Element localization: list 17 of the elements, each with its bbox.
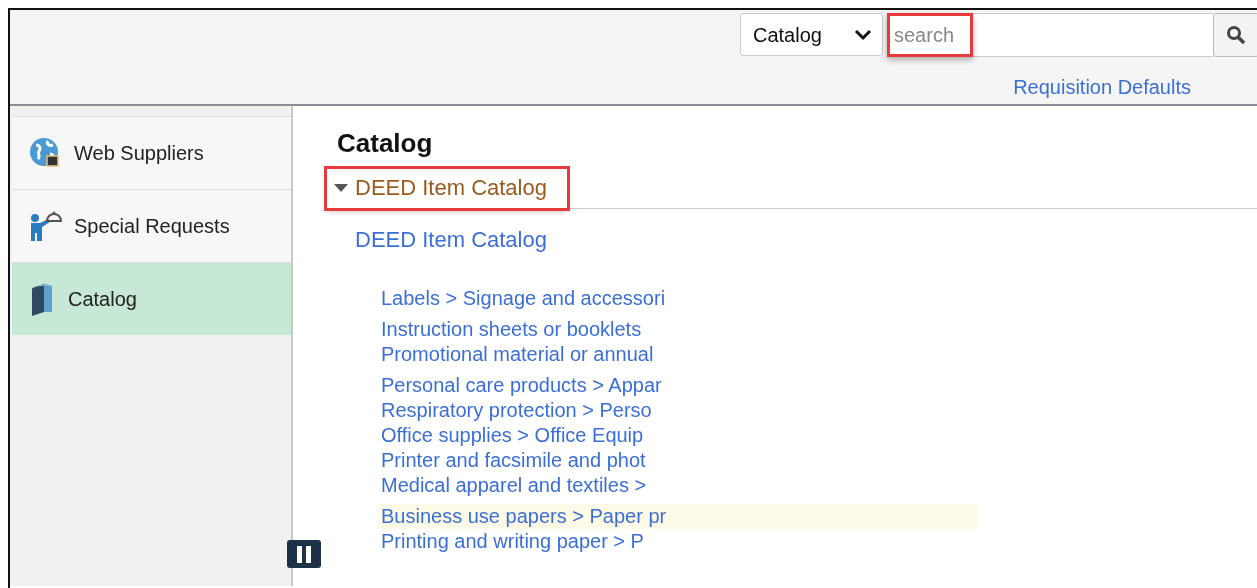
- sidebar-item[interactable]: Web Suppliers: [12, 116, 291, 189]
- category-link[interactable]: Promotional material or annual: [381, 342, 654, 367]
- category-link[interactable]: Office supplies > Office Equip: [381, 423, 644, 448]
- page-title: Catalog: [337, 127, 434, 160]
- scope-dropdown[interactable]: Catalog: [740, 13, 883, 56]
- requisition-defaults-link[interactable]: Requisition Defaults: [1013, 72, 1191, 102]
- category-link[interactable]: Respiratory protection > Perso: [381, 398, 652, 423]
- category-link[interactable]: Labels > Signage and accessori: [381, 286, 666, 311]
- category-link[interactable]: Printer and facsimile and phot: [381, 448, 646, 473]
- section-header[interactable]: DEED Item Catalog: [327, 169, 567, 208]
- category-link[interactable]: Personal care products > Appar: [381, 373, 662, 398]
- category-link[interactable]: Printing and writing paper > P: [381, 529, 644, 554]
- category-link[interactable]: Instruction sheets or booklets: [381, 317, 642, 342]
- category-link[interactable]: Medical apparel and textiles >: [381, 473, 647, 498]
- sidebar-item[interactable]: Special Requests: [12, 189, 291, 262]
- catalog-link[interactable]: DEED Item Catalog: [355, 223, 547, 256]
- sidebar-item[interactable]: Catalog: [12, 262, 291, 335]
